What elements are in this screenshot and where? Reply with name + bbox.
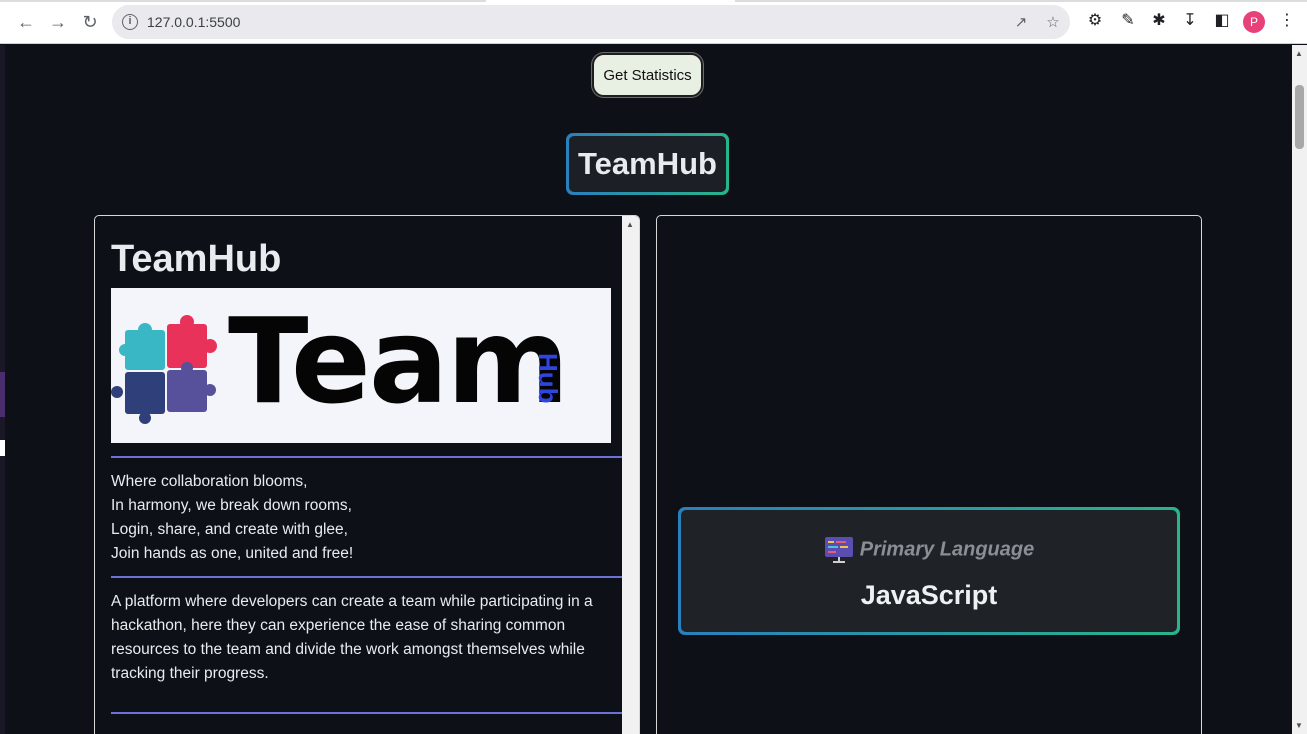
extension-pen-icon[interactable]: ✎	[1118, 11, 1138, 31]
primary-language-value: JavaScript	[860, 580, 998, 610]
back-icon[interactable]: ←	[14, 10, 38, 34]
card-scrollbar[interactable]: ▲	[622, 216, 639, 734]
scroll-up-icon[interactable]: ▲	[1295, 49, 1303, 58]
poem: Where collaboration blooms, In harmony, …	[111, 470, 353, 566]
scrollbar-thumb[interactable]	[1295, 85, 1304, 149]
scroll-down-icon[interactable]: ▼	[1295, 721, 1303, 730]
primary-language-label: Primary Language	[681, 536, 1177, 564]
share-icon[interactable]: ↗	[1012, 13, 1030, 31]
profile-avatar[interactable]: P	[1243, 11, 1265, 33]
about-card: TeamHub Team Hub Where collaboration blo	[94, 215, 640, 734]
page-scrollbar[interactable]: ▲ ▼	[1292, 45, 1307, 734]
puzzle-logo-icon	[111, 315, 217, 424]
scroll-up-icon[interactable]: ▲	[626, 220, 634, 229]
poem-line: In harmony, we break down rooms,	[111, 497, 352, 514]
primary-language-text: Primary Language	[859, 538, 1035, 561]
page-content: Get Statistics TeamHub TeamHub Team Hub	[5, 45, 1292, 734]
extension-icon[interactable]: ⚙	[1085, 11, 1105, 31]
poem-line: Login, share, and create with glee,	[111, 521, 348, 538]
logo-sub: Hub	[533, 353, 563, 404]
poem-line: Where collaboration blooms,	[111, 473, 308, 490]
poem-line: Join hands as one, united and free!	[111, 545, 354, 562]
page-title-box: TeamHub	[566, 133, 729, 195]
logo-word: Team	[228, 292, 569, 430]
description: A platform where developers can create a…	[111, 593, 593, 682]
bookmark-star-icon[interactable]: ☆	[1044, 13, 1062, 31]
language-card: Primary Language JavaScript	[656, 215, 1202, 734]
side-panel-icon[interactable]: ◧	[1212, 11, 1232, 31]
get-statistics-button[interactable]: Get Statistics	[592, 53, 703, 97]
page-title: TeamHub	[569, 136, 726, 192]
site-info-icon[interactable]: i	[122, 14, 138, 30]
address-bar[interactable]: i 127.0.0.1:5500 ↗ ☆	[112, 5, 1070, 39]
about-heading: TeamHub	[111, 238, 282, 280]
menu-kebab-icon[interactable]: ⋮	[1277, 11, 1297, 31]
teamhub-logo: Team Hub	[111, 288, 611, 443]
primary-language-box: Primary Language JavaScript	[678, 507, 1180, 635]
browser-toolbar: ← → ↻ i 127.0.0.1:5500 ↗ ☆ ⚙ ✎ ✱ ↧ ◧ P ⋮	[0, 0, 1307, 44]
code-monitor-icon	[824, 537, 853, 563]
address-url: 127.0.0.1:5500	[147, 14, 241, 30]
tab-strip-edge-right	[735, 0, 1307, 2]
forward-icon[interactable]: →	[46, 10, 70, 34]
download-icon[interactable]: ↧	[1180, 11, 1200, 31]
reload-icon[interactable]: ↻	[78, 10, 102, 34]
tab-strip-edge	[0, 0, 486, 2]
divider	[111, 456, 622, 458]
extensions-puzzle-icon[interactable]: ✱	[1149, 11, 1169, 31]
divider	[111, 576, 622, 578]
divider	[111, 712, 622, 714]
